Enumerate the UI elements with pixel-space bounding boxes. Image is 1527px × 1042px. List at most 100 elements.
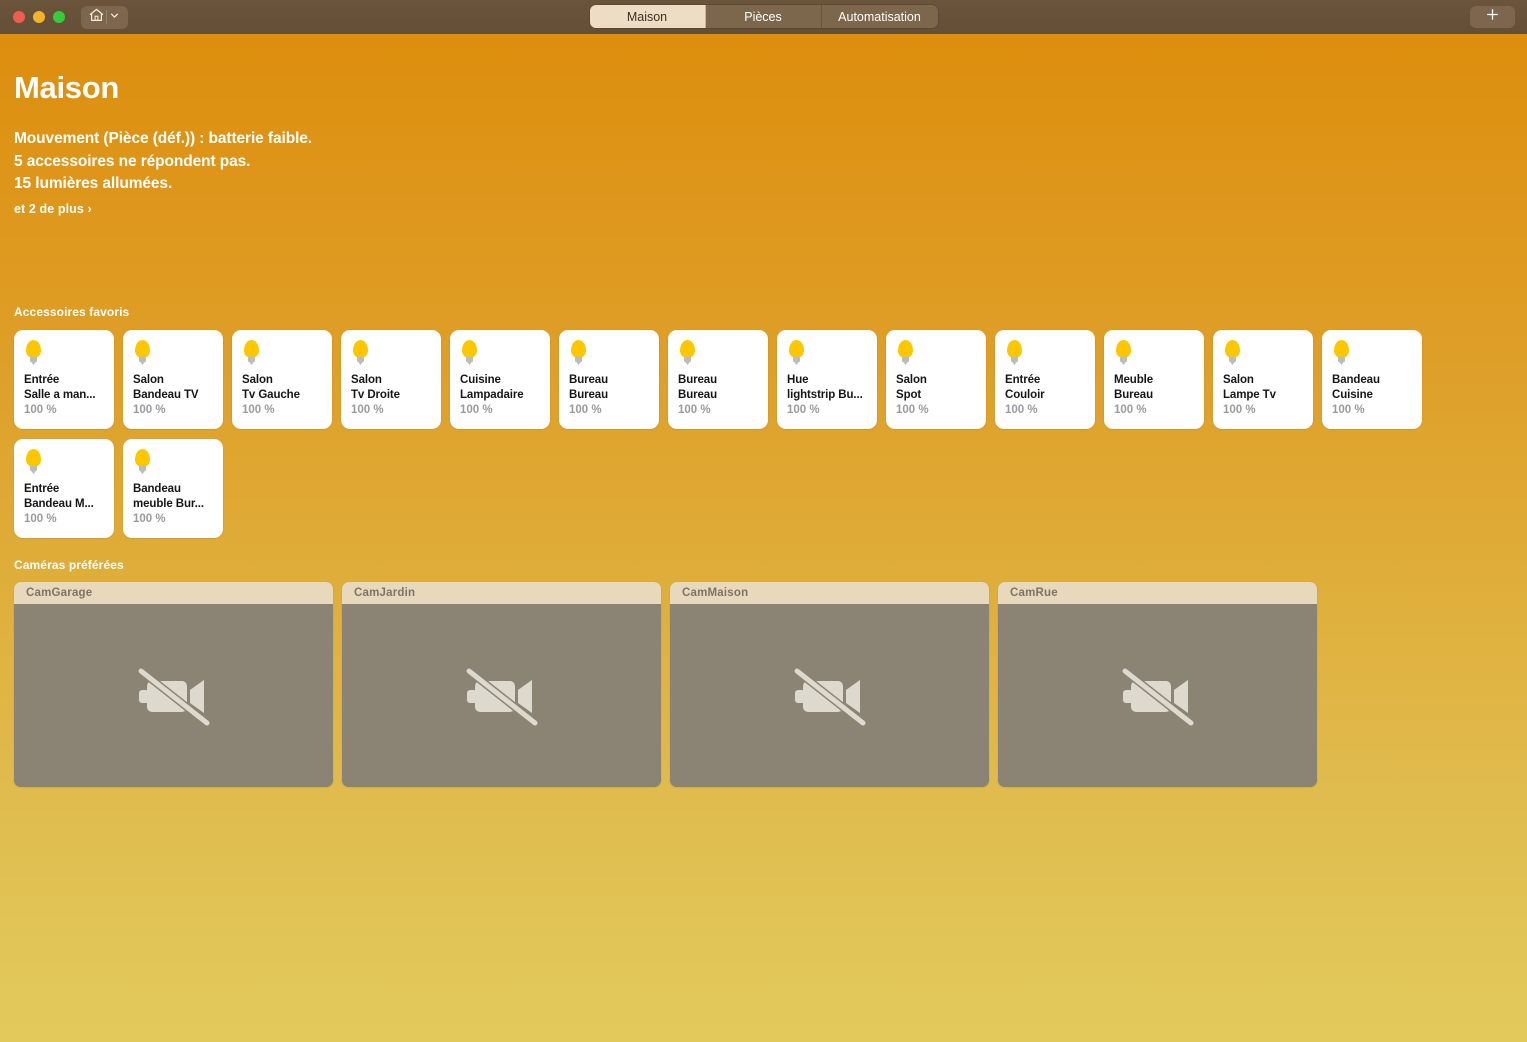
tab-maison[interactable]: Maison — [589, 5, 706, 28]
accessory-card-body: Meuble Bureau 100 % — [1114, 373, 1194, 429]
house-icon — [89, 8, 104, 27]
accessory-card[interactable]: Bureau Bureau 100 % — [559, 330, 659, 429]
accessory-room-label: Salon — [896, 374, 927, 386]
accessory-room-label: Bandeau — [133, 483, 181, 495]
accessory-state-label: 100 % — [24, 513, 57, 525]
camera-tile[interactable]: CamGarage — [14, 582, 333, 787]
accessory-card-body: Salon Lampe Tv 100 % — [1223, 373, 1303, 429]
accessory-state-label: 100 % — [351, 404, 384, 416]
accessory-room-label: Bandeau — [1332, 374, 1380, 386]
lightbulb-icon — [133, 340, 152, 366]
accessory-room-label: Entrée — [24, 483, 60, 495]
close-button[interactable] — [13, 11, 25, 23]
accessory-card-body: Salon Spot 100 % — [896, 373, 976, 429]
accessory-room-label: Salon — [133, 374, 164, 386]
zoom-button[interactable] — [53, 11, 65, 23]
add-accessory-button[interactable] — [1470, 6, 1515, 28]
accessory-state-label: 100 % — [678, 404, 711, 416]
favorite-cameras-grid: CamGarage CamJardin CamMaison CamRue — [14, 582, 1514, 787]
accessory-card[interactable]: Salon Lampe Tv 100 % — [1213, 330, 1313, 429]
home-button-divider — [106, 10, 107, 24]
status-line: 5 accessoires ne répondent pas. — [14, 152, 251, 170]
accessory-card[interactable]: Meuble Bureau 100 % — [1104, 330, 1204, 429]
lightbulb-icon — [24, 449, 43, 475]
accessory-name-label: Lampadaire — [460, 388, 524, 401]
accessory-name-label: Couloir — [1005, 388, 1045, 401]
accessory-name-label: Salle a man... — [24, 388, 96, 401]
video-off-icon — [1120, 666, 1195, 727]
accessory-name-label: Bureau — [678, 388, 718, 401]
tab-pieces[interactable]: Pièces — [705, 5, 822, 28]
favorite-accessories-section: Accessoires favoris Entrée Salle a man...… — [14, 305, 1514, 538]
accessory-room-label: Bureau — [678, 374, 718, 386]
accessory-card-body: Entrée Salle a man... 100 % — [24, 373, 104, 429]
home-status-summary: Mouvement (Pièce (déf.)) : batterie faib… — [14, 128, 1527, 196]
camera-tile[interactable]: CamRue — [998, 582, 1317, 787]
accessory-card[interactable]: Hue lightstrip Bu... 100 % — [777, 330, 877, 429]
accessory-card[interactable]: Entrée Bandeau M... 100 % — [14, 439, 114, 538]
accessory-name-label: Bandeau TV — [133, 388, 199, 401]
accessory-card[interactable]: Salon Tv Gauche 100 % — [232, 330, 332, 429]
camera-name-label: CamJardin — [342, 582, 661, 604]
accessory-card[interactable]: Entrée Couloir 100 % — [995, 330, 1095, 429]
accessory-card-body: Bureau Bureau 100 % — [569, 373, 649, 429]
camera-preview[interactable] — [670, 604, 989, 787]
accessory-card-body: Salon Tv Droite 100 % — [351, 373, 431, 429]
accessory-name-label: Cuisine — [1332, 388, 1373, 401]
accessory-card[interactable]: Bureau Bureau 100 % — [668, 330, 768, 429]
camera-preview[interactable] — [14, 604, 333, 787]
accessory-state-label: 100 % — [133, 513, 166, 525]
plus-icon — [1485, 7, 1500, 27]
accessory-name-label: Bureau — [569, 388, 609, 401]
home-header: Maison Mouvement (Pièce (déf.)) : batter… — [0, 34, 1527, 216]
accessory-card[interactable]: Entrée Salle a man... 100 % — [14, 330, 114, 429]
accessory-name-label: Tv Gauche — [242, 388, 300, 401]
accessory-state-label: 100 % — [1005, 404, 1038, 416]
accessory-card-body: Entrée Couloir 100 % — [1005, 373, 1085, 429]
lightbulb-icon — [787, 340, 806, 366]
accessory-card[interactable]: Salon Spot 100 % — [886, 330, 986, 429]
accessory-state-label: 100 % — [1332, 404, 1365, 416]
accessory-room-label: Cuisine — [460, 374, 501, 386]
accessory-card[interactable]: Bandeau meuble Bur... 100 % — [123, 439, 223, 538]
minimize-button[interactable] — [33, 11, 45, 23]
accessory-name-label: Bandeau M... — [24, 497, 94, 510]
cameras-section-title: Caméras préférées — [14, 558, 124, 572]
accessory-card-body: Bandeau Cuisine 100 % — [1332, 373, 1412, 429]
lightbulb-icon — [1223, 340, 1242, 366]
lightbulb-icon — [460, 340, 479, 366]
accessory-state-label: 100 % — [1223, 404, 1256, 416]
chevron-down-icon — [109, 8, 120, 26]
home-selector-button[interactable] — [81, 5, 128, 29]
camera-preview[interactable] — [342, 604, 661, 787]
accessory-room-label: Entrée — [24, 374, 60, 386]
camera-preview[interactable] — [998, 604, 1317, 787]
show-more-status-link[interactable]: et 2 de plus › — [14, 202, 1527, 216]
accessory-name-label: Lampe Tv — [1223, 388, 1276, 401]
accessory-state-label: 100 % — [460, 404, 493, 416]
accessory-room-label: Bureau — [569, 374, 609, 386]
accessory-name-label: Spot — [896, 388, 922, 401]
camera-tile[interactable]: CamMaison — [670, 582, 989, 787]
accessory-card[interactable]: Cuisine Lampadaire 100 % — [450, 330, 550, 429]
accessory-card-body: Entrée Bandeau M... 100 % — [24, 482, 104, 538]
accessory-card[interactable]: Bandeau Cuisine 100 % — [1322, 330, 1422, 429]
status-line: 15 lumières allumées. — [14, 175, 173, 192]
camera-name-label: CamRue — [998, 582, 1317, 604]
window-controls — [13, 11, 65, 23]
lightbulb-icon — [896, 340, 915, 366]
accessory-state-label: 100 % — [242, 404, 275, 416]
lightbulb-icon — [1005, 340, 1024, 366]
accessory-name-label: Tv Droite — [351, 388, 400, 401]
window-titlebar: Maison Pièces Automatisation — [0, 0, 1527, 34]
page-title: Maison — [14, 70, 119, 105]
lightbulb-icon — [1332, 340, 1351, 366]
view-tabs[interactable]: Maison Pièces Automatisation — [589, 5, 938, 28]
tab-automatisation[interactable]: Automatisation — [821, 5, 938, 28]
camera-name-label: CamMaison — [670, 582, 989, 604]
accessory-card-body: Salon Bandeau TV 100 % — [133, 373, 213, 429]
camera-tile[interactable]: CamJardin — [342, 582, 661, 787]
accessory-card[interactable]: Salon Bandeau TV 100 % — [123, 330, 223, 429]
favorite-cameras-section: Caméras préférées CamGarage CamJardin CamM… — [14, 558, 1514, 787]
accessory-card[interactable]: Salon Tv Droite 100 % — [341, 330, 441, 429]
